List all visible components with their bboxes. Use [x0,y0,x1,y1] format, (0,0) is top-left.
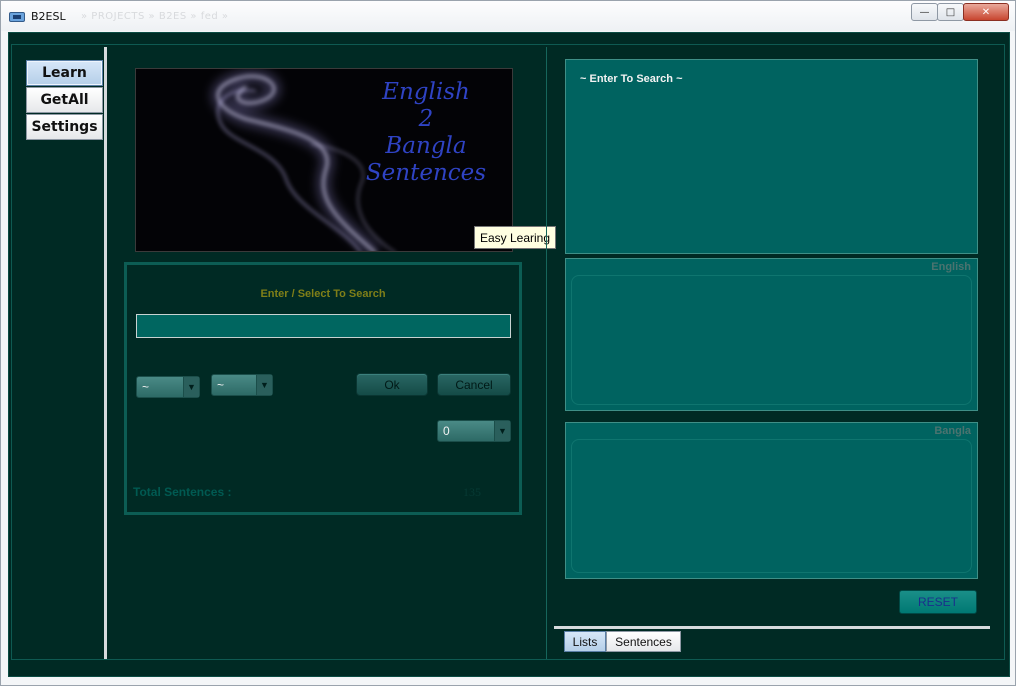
close-button[interactable]: ✕ [963,3,1009,21]
tab-settings[interactable]: Settings [26,114,103,140]
bangla-panel: Bangla [565,422,978,579]
ok-button[interactable]: Ok [356,373,428,396]
bottom-tab-divider [554,626,990,629]
search-hint: ~ Enter To Search ~ [580,73,683,85]
window-title: B2ESL [31,10,66,23]
banner-line: Sentences [365,160,487,186]
window-controls: — □ ✕ [911,3,1009,21]
reset-label: RESET [917,595,958,609]
first-filter-select[interactable]: ~ ▼ [136,376,200,398]
first-filter-value: ~ [142,380,150,394]
total-sentences-label: Total Sentences : [133,485,232,499]
client-area: Learn GetAll Settings English 2 Bangla S… [8,32,1010,677]
tab-learn-label: Learn [42,65,87,81]
title-bar[interactable]: B2ESL » PROJECTS » B2ES » fed » — □ ✕ [1,1,1015,31]
tab-learn[interactable]: Learn [26,60,103,86]
minimize-button[interactable]: — [911,3,938,21]
number-select-value: 0 [443,424,450,438]
reset-button[interactable]: RESET [899,590,977,614]
chevron-down-icon: ▼ [256,375,272,395]
tab-getall[interactable]: GetAll [26,87,103,113]
banner-line: Bangla [385,133,467,159]
banner-title: English 2 Bangla Sentences [346,79,506,187]
second-filter-select[interactable]: ~ ▼ [211,374,273,396]
tooltip: Easy Learing [474,226,556,249]
maximize-button[interactable]: □ [937,3,964,21]
close-icon: ✕ [981,6,991,18]
maximize-icon: □ [945,6,956,18]
tab-lists[interactable]: Lists [564,631,606,652]
bangla-title: Bangla [934,425,971,437]
split-divider[interactable] [546,47,547,659]
tab-sentences-label: Sentences [615,634,672,649]
search-results-panel[interactable]: ~ Enter To Search ~ [565,59,978,254]
window-path-faded: » PROJECTS » B2ES » fed » [81,11,229,22]
chevron-down-icon: ▼ [494,421,510,441]
app-icon [9,12,25,22]
total-sentences-value: 135 [463,485,481,499]
english-panel: English [565,258,978,411]
search-label: Enter / Select To Search [260,288,386,300]
app-window: B2ESL » PROJECTS » B2ES » fed » — □ ✕ Le… [0,0,1016,686]
cancel-button[interactable]: Cancel [437,373,511,396]
banner-image: English 2 Bangla Sentences [135,68,513,252]
bangla-text-area[interactable] [571,439,972,573]
ok-label: Ok [384,377,400,392]
tab-getall-label: GetAll [40,92,89,108]
search-input[interactable] [136,314,511,338]
chevron-down-icon: ▼ [183,377,199,397]
tab-lists-label: Lists [572,634,598,649]
tab-sentences[interactable]: Sentences [606,631,681,652]
side-tab-divider [104,47,107,659]
banner-line: 2 [418,106,434,132]
minimize-icon: — [919,6,930,18]
english-text-area[interactable] [571,275,972,405]
cancel-label: Cancel [455,377,493,392]
second-filter-value: ~ [217,378,225,392]
banner-line: English [382,79,470,105]
tab-settings-label: Settings [31,119,98,135]
number-select[interactable]: 0 ▼ [437,420,511,442]
english-title: English [931,261,971,273]
side-tab-strip: Learn GetAll Settings [26,60,104,141]
search-panel: Enter / Select To Search ~ ▼ ~ ▼ Ok Canc… [124,262,522,515]
